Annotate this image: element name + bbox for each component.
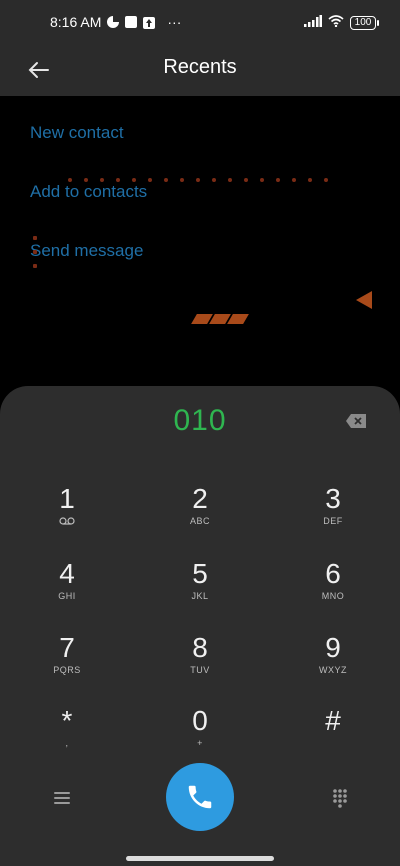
hamburger-menu-icon — [54, 792, 70, 804]
key-digit: 0 — [192, 705, 208, 736]
key-6[interactable]: 6 MNO — [278, 559, 388, 619]
key-digit: 3 — [325, 483, 341, 514]
key-digit: 1 — [59, 483, 75, 514]
dialed-number: 010 — [173, 404, 227, 437]
key-letters: JKL — [191, 591, 209, 601]
key-letters: WXYZ — [319, 665, 347, 675]
call-button[interactable] — [166, 763, 234, 831]
key-letters: + — [197, 738, 203, 748]
page-title: Recents — [163, 56, 237, 78]
vertical-dot-decoration — [33, 236, 37, 276]
key-letters: MNO — [321, 591, 345, 601]
dotted-line-decoration — [68, 178, 338, 184]
voicemail-icon — [59, 517, 75, 525]
key-letters: TUV — [190, 665, 210, 675]
battery-icon: 100 — [350, 16, 379, 30]
key-digit: 7 — [59, 632, 75, 663]
key-digit: 2 — [192, 483, 208, 514]
key-digit: 5 — [192, 558, 208, 589]
key-star[interactable]: * , — [12, 706, 122, 766]
key-4[interactable]: 4 GHI — [12, 559, 122, 619]
key-8[interactable]: 8 TUV — [145, 633, 255, 693]
key-9[interactable]: 9 WXYZ — [278, 633, 388, 693]
more-icon: ··· — [167, 14, 182, 30]
send-message-option[interactable]: Send message — [30, 241, 143, 261]
key-digit: 8 — [192, 632, 208, 663]
square-icon — [125, 16, 138, 28]
new-contact-option[interactable]: New contact — [30, 123, 124, 143]
home-indicator[interactable] — [126, 856, 274, 861]
status-right: 100 — [304, 14, 379, 32]
key-hash[interactable]: # — [278, 706, 388, 766]
add-to-contacts-option[interactable]: Add to contacts — [30, 182, 147, 202]
key-0[interactable]: 0 + — [145, 706, 255, 766]
stripe-decoration — [190, 314, 249, 326]
menu-button[interactable] — [48, 784, 76, 812]
key-letters: DEF — [323, 516, 343, 526]
backspace-icon — [346, 414, 366, 428]
status-left: 8:16 AM ··· — [50, 14, 181, 30]
key-letters: PQRS — [53, 665, 81, 675]
key-letters: , — [65, 738, 69, 748]
key-7[interactable]: 7 PQRS — [12, 633, 122, 693]
key-digit: * — [61, 705, 73, 736]
key-digit: 4 — [59, 558, 75, 589]
key-letters: GHI — [58, 591, 76, 601]
key-digit: 6 — [325, 558, 341, 589]
key-1[interactable]: 1 — [12, 484, 122, 544]
triangle-decoration-icon — [356, 291, 372, 309]
app-header: Recents — [0, 44, 400, 96]
signal-icon — [304, 14, 322, 32]
phone-icon — [188, 785, 212, 809]
dialpad-grid-icon — [333, 789, 347, 808]
status-bar: 8:16 AM ··· 100 — [0, 0, 400, 44]
upload-icon — [143, 16, 156, 29]
key-digit: # — [325, 705, 341, 736]
status-time: 8:16 AM — [50, 14, 102, 30]
key-5[interactable]: 5 JKL — [145, 559, 255, 619]
options-list: New contact Add to contacts Send message — [0, 96, 400, 396]
dialpad-sheet: 010 1 2 ABC 3 DEF 4 GHI 5 JKL 6 MNO 7 PQ… — [0, 386, 400, 866]
wifi-icon — [328, 14, 344, 32]
key-letters: ABC — [189, 516, 210, 526]
key-digit: 9 — [325, 632, 341, 663]
dialpad-toggle-button[interactable] — [326, 784, 354, 812]
key-2[interactable]: 2 ABC — [145, 484, 255, 544]
pie-icon — [107, 16, 120, 28]
backspace-button[interactable] — [345, 413, 367, 429]
key-3[interactable]: 3 DEF — [278, 484, 388, 544]
